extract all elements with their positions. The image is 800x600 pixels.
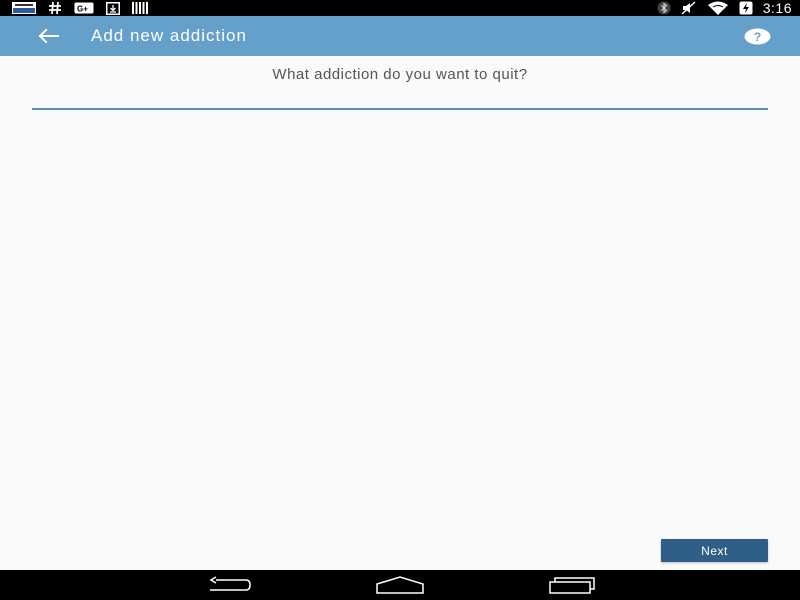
status-time: 3:16 xyxy=(762,0,792,16)
mute-icon xyxy=(681,0,697,16)
hash-icon xyxy=(48,0,62,16)
recents-nav-button[interactable] xyxy=(548,574,596,596)
status-bar: G+ 3:16 xyxy=(0,0,800,16)
svg-text:?: ? xyxy=(754,30,761,44)
back-button[interactable] xyxy=(34,24,62,48)
home-nav-icon xyxy=(376,576,424,594)
bluetooth-icon xyxy=(657,0,671,16)
google-plus-icon: G+ xyxy=(74,0,94,16)
back-nav-button[interactable] xyxy=(206,574,252,596)
battery-charging-icon xyxy=(739,0,753,16)
screen: G+ 3:16 Add new addiction ? What addicti… xyxy=(0,0,800,600)
help-icon: ? xyxy=(744,28,771,45)
recents-nav-icon xyxy=(548,576,596,594)
question-label: What addiction do you want to quit? xyxy=(272,66,528,83)
barcode-icon xyxy=(132,0,148,16)
navigation-bar xyxy=(0,570,800,600)
home-nav-button[interactable] xyxy=(376,574,424,596)
next-button[interactable]: Next xyxy=(661,539,768,562)
wifi-icon xyxy=(707,0,729,16)
help-button[interactable]: ? xyxy=(744,27,771,45)
arrow-left-icon xyxy=(37,28,59,44)
svg-text:G+: G+ xyxy=(77,5,88,14)
back-nav-icon xyxy=(206,576,252,594)
addiction-input[interactable] xyxy=(32,86,768,110)
wordpress-news-icon xyxy=(12,0,36,16)
download-icon xyxy=(106,0,120,16)
app-bar: Add new addiction ? xyxy=(0,16,800,56)
status-bar-notifications: G+ xyxy=(12,0,148,16)
status-bar-system: 3:16 xyxy=(657,0,792,16)
page-title: Add new addiction xyxy=(91,26,247,45)
